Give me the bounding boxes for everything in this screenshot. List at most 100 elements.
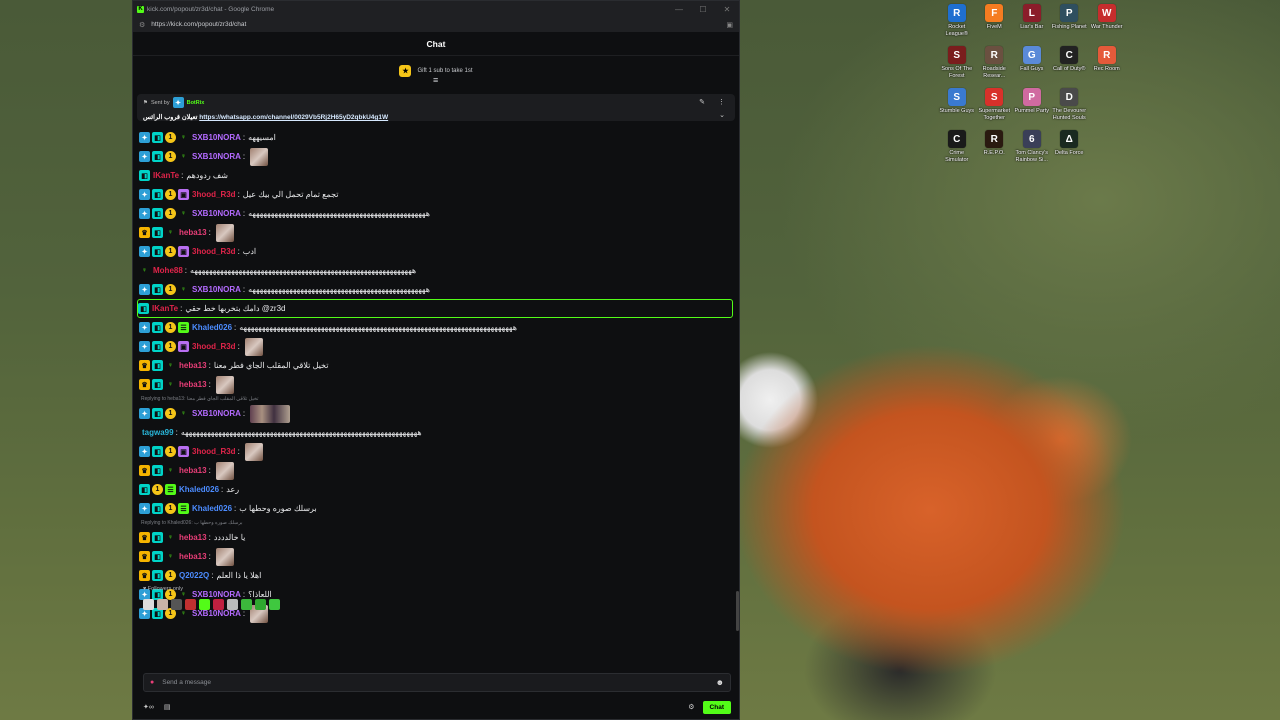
og-badge-icon[interactable]: ✦ [139,341,150,352]
address-bar[interactable]: ⚙ https://kick.com/popout/zr3d/chat ▣ [133,17,739,32]
subscriber-badge-icon[interactable]: 1 [165,341,176,352]
desktop-shortcut[interactable]: C Crime Simulator [938,128,976,166]
crown-badge-icon[interactable]: ♛ [139,551,150,562]
desktop-shortcut[interactable]: Δ Delta Force [1051,128,1089,166]
og-badge-icon[interactable]: ✦ [139,246,150,257]
reply-context[interactable]: Replying to heba13: تخيل تلاقي المقلب ال… [139,394,735,404]
chat-username[interactable]: 3hood_R3d [192,247,236,256]
vip-badge-icon[interactable]: ◧ [152,465,163,476]
crown-badge-icon[interactable]: ♛ [139,532,150,543]
chevron-down-icon[interactable]: ⌄ [719,111,725,119]
vip-badge-icon[interactable]: ◧ [152,532,163,543]
verified-badge-icon[interactable]: ♀ [178,408,189,419]
chat-username[interactable]: tagwa99 [142,428,174,437]
crown-badge-icon[interactable]: ♛ [139,570,150,581]
chat-username[interactable]: 3hood_R3d [192,342,236,351]
vip-badge-icon[interactable]: ◧ [152,446,163,457]
chat-message[interactable]: ✦ ◧ 1 ♀ SXB10NORA: [139,404,735,423]
desktop-shortcut[interactable]: W War Thunder [1088,2,1126,40]
gear-icon[interactable]: ⚙ [688,703,694,711]
gifter-badge-icon[interactable]: ▣ [178,189,189,200]
chat-message[interactable]: ◧ 1 ☰ Khaled026: رعد [139,480,735,499]
og-badge-icon[interactable]: ✦ [139,408,150,419]
desktop-shortcut[interactable]: R Rec Room [1088,44,1126,82]
desktop-shortcut[interactable]: P Fishing Planet [1051,2,1089,40]
chat-message[interactable]: ♛ ◧ ♀ heba13: [139,461,735,480]
desktop-shortcut[interactable]: C Call of Duty® [1051,44,1089,82]
gift-bar[interactable]: ★ Gift 1 sub to take 1st ≡ [133,56,739,86]
chat-username[interactable]: 3hood_R3d [192,447,236,456]
chat-username[interactable]: heba13 [179,466,207,475]
mic-icon[interactable]: ● [150,679,154,686]
chat-username[interactable]: SXB10NORA [192,590,241,599]
subscriber-badge-icon[interactable]: 1 [165,322,176,333]
vip-badge-icon[interactable]: ◧ [152,408,163,419]
chat-username[interactable]: SXB10NORA [192,133,241,142]
og-badge-icon[interactable]: ✦ [139,503,150,514]
chat-message[interactable]: ♀ Mohe88: هههههههههههههههههههههههههههههههه… [139,261,735,280]
chat-message[interactable]: ✦ ◧ 1 ☰ Khaled026: هههههههههههههههههههههههههه… [139,318,735,337]
chat-username[interactable]: heba13 [179,533,207,542]
chat-message[interactable]: ◧ IKanTe: شف ردودهم [139,166,735,185]
emote-slot[interactable] [213,599,224,610]
verified-badge-icon[interactable]: ♀ [165,465,176,476]
gifter-badge-icon[interactable]: ▣ [178,446,189,457]
chat-username[interactable]: SXB10NORA [192,409,241,418]
chat-username[interactable]: SXB10NORA [192,209,241,218]
chat-message[interactable]: ♛ ◧ ♀ heba13: [139,547,735,566]
vip-badge-icon[interactable]: ◧ [152,246,163,257]
chat-message[interactable]: ✦ ◧ 1 ♀ SXB10NORA: هههههههههههههههههههههههههه… [139,280,735,299]
url-text[interactable]: https://kick.com/popout/zr3d/chat [151,21,726,28]
verified-badge-icon[interactable]: ♀ [178,151,189,162]
pinned-link[interactable]: https://whatsapp.com/channel/0029Vb5Rj2H… [199,114,388,121]
maximize-icon[interactable]: ☐ [691,1,715,17]
chat-username[interactable]: 3hood_R3d [192,190,236,199]
chat-username[interactable]: Mohe88 [153,266,183,275]
gift-box-icon[interactable]: ▤ [164,703,171,711]
chat-username[interactable]: SXB10NORA [192,152,241,161]
chat-username[interactable]: Khaled026 [192,323,232,332]
moderator-badge-icon[interactable]: ☰ [178,322,189,333]
og-badge-icon[interactable]: ✦ [139,322,150,333]
desktop-shortcut[interactable]: L Liar's Bar [1013,2,1051,40]
crown-badge-icon[interactable]: ♛ [139,227,150,238]
emote-slot[interactable] [241,599,252,610]
og-badge-icon[interactable]: ✦ [139,284,150,295]
chat-message[interactable]: ♛ ◧ ♀ heba13: [139,223,735,242]
verified-badge-icon[interactable]: ♀ [165,551,176,562]
chat-username[interactable]: heba13 [179,552,207,561]
chat-message[interactable]: ♛ ◧ ♀ heba13: [139,375,735,394]
subscriber-badge-icon[interactable]: 1 [165,189,176,200]
desktop-shortcut[interactable]: S Sons Of The Forest [938,44,976,82]
collapse-icon[interactable]: ≡ [433,75,438,85]
chat-username[interactable]: IKanTe [153,171,179,180]
send-chat-button[interactable]: Chat [702,700,731,714]
chat-username[interactable]: SXB10NORA [192,285,241,294]
pinned-message[interactable]: ⚑ Sent by ✦ BotRix تعيلان قروب الرائس ht… [137,94,735,121]
vip-badge-icon[interactable]: ◧ [152,341,163,352]
emote-image[interactable] [250,404,291,423]
og-badge-icon[interactable]: ✦ [139,446,150,457]
emote-image[interactable] [215,547,234,566]
emote-image[interactable] [244,442,263,461]
verified-badge-icon[interactable]: ♀ [165,227,176,238]
subscriber-badge-icon[interactable]: 1 [165,151,176,162]
vip-badge-icon[interactable]: ◧ [139,170,150,181]
chat-username[interactable]: Q2022Q [179,571,209,580]
chat-message[interactable]: ♛ ◧ ♀ heba13: يا خالدددد [139,528,735,547]
emoji-icon[interactable]: ☻ [716,678,724,687]
subscriber-badge-icon[interactable]: 1 [165,570,176,581]
chat-message[interactable]: ♛ ◧ 1 Q2022Q: اهلا يا ذا العلم [139,566,735,585]
vip-badge-icon[interactable]: ◧ [139,484,150,495]
vip-badge-icon[interactable]: ◧ [152,132,163,143]
vip-badge-icon[interactable]: ◧ [152,551,163,562]
emote-slot[interactable] [157,599,168,610]
crown-badge-icon[interactable]: ♛ [139,360,150,371]
desktop-shortcut[interactable]: R Rocket League® [938,2,976,40]
subscriber-badge-icon[interactable]: 1 [152,484,163,495]
vip-badge-icon[interactable]: ◧ [152,379,163,390]
emote-slot[interactable] [227,599,238,610]
og-badge-icon[interactable]: ✦ [139,208,150,219]
verified-badge-icon[interactable]: ♀ [165,360,176,371]
emote-image[interactable] [215,375,234,394]
